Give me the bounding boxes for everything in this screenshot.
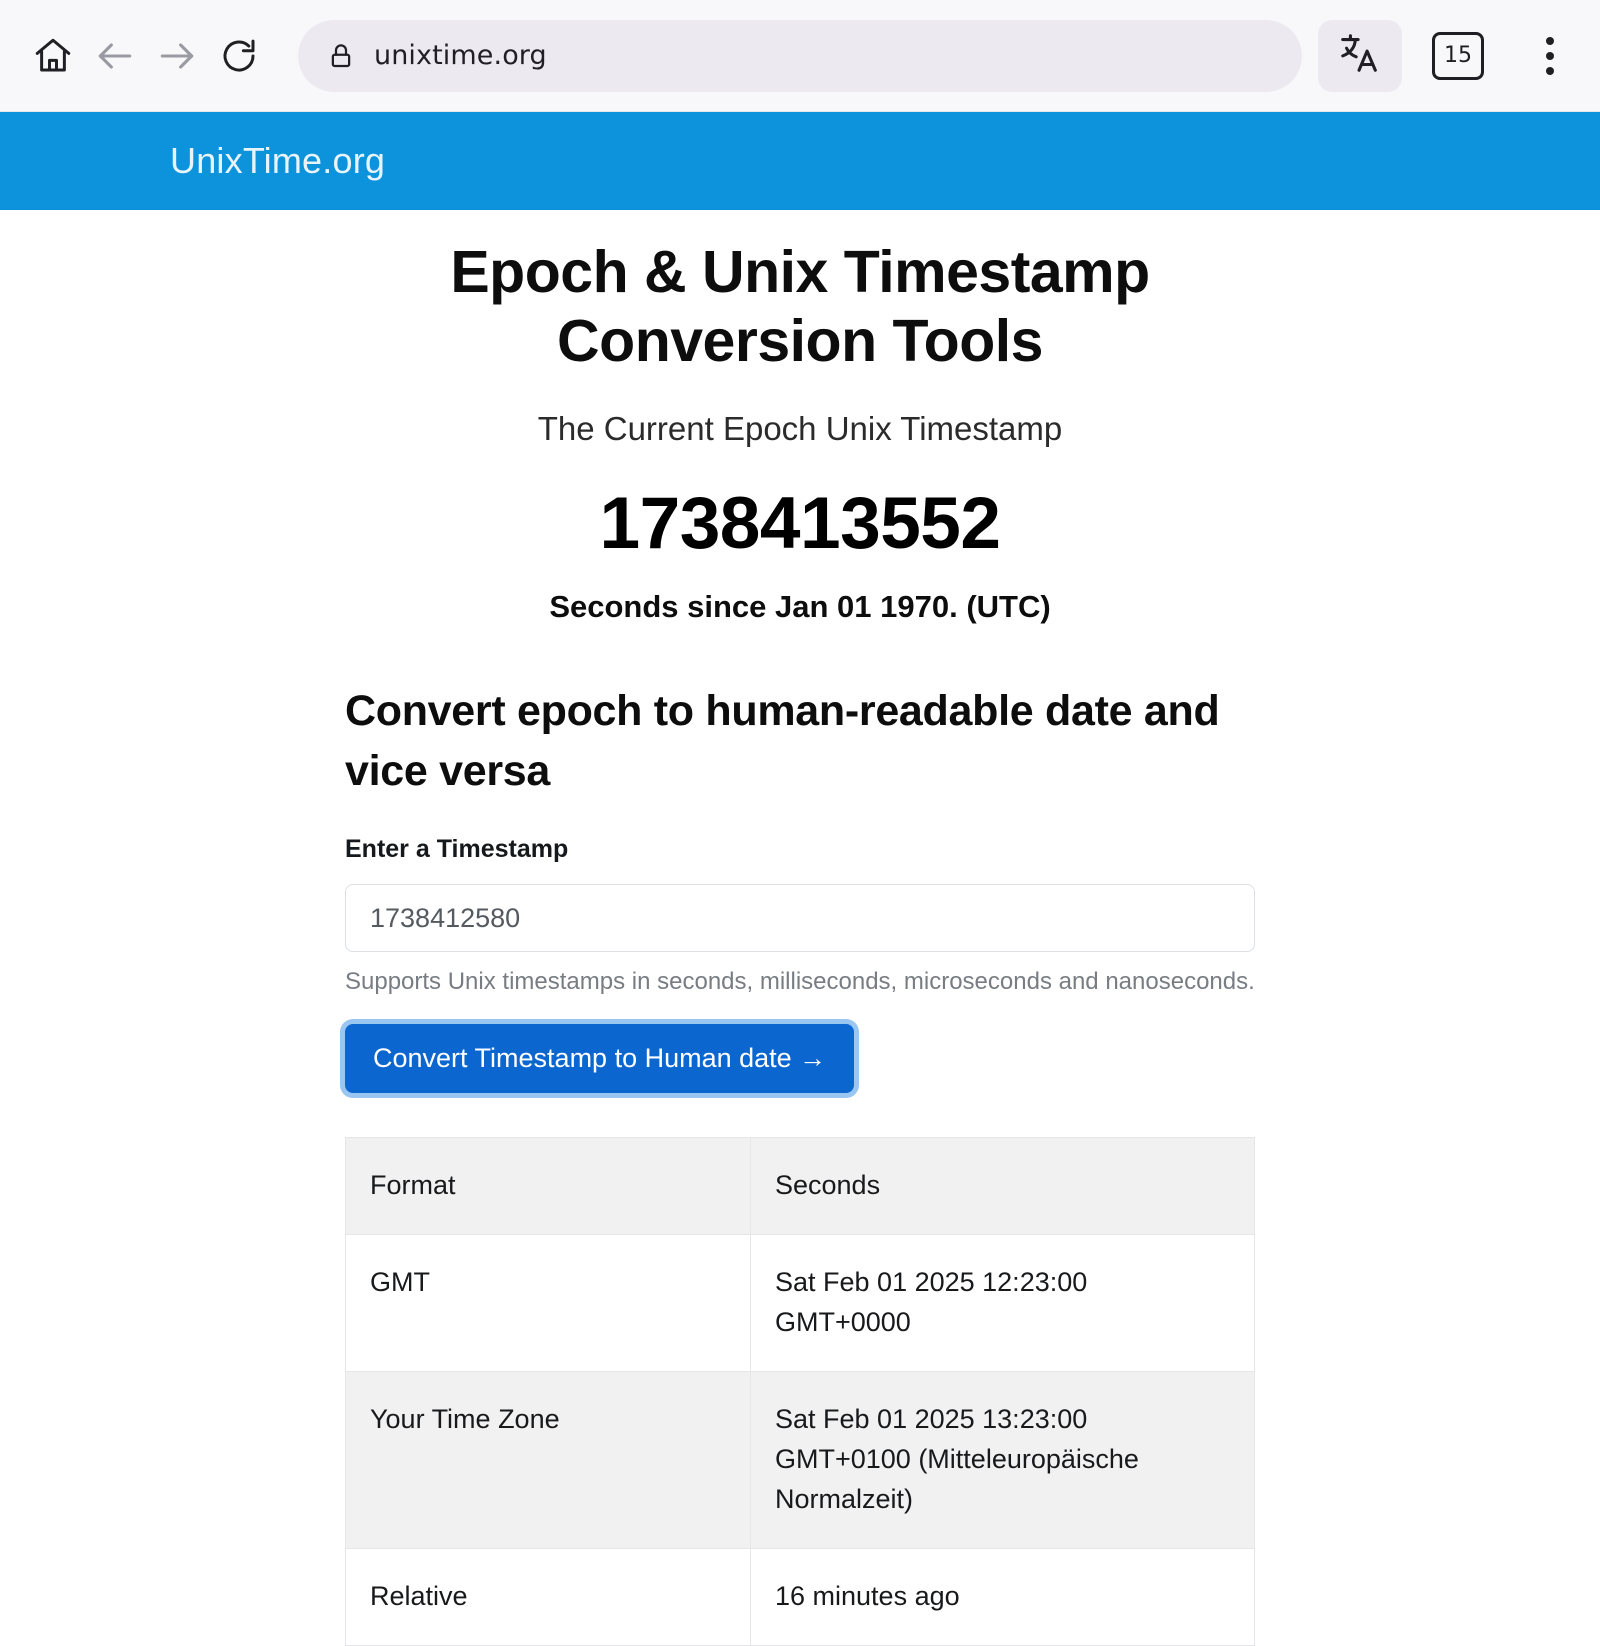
table-row: Your Time Zone Sat Feb 01 2025 13:23:00 … bbox=[345, 1371, 1255, 1550]
browser-toolbar: unixtime.org 15 bbox=[0, 0, 1600, 112]
home-button[interactable] bbox=[22, 25, 84, 87]
page-title: Epoch & Unix Timestamp Conversion Tools bbox=[450, 239, 1150, 375]
lock-icon bbox=[324, 39, 358, 73]
timestamp-input[interactable] bbox=[345, 884, 1255, 953]
three-dot-menu-icon-dot2 bbox=[1546, 51, 1554, 60]
table-row: GMT Sat Feb 01 2025 12:23:00 GMT+0000 bbox=[345, 1234, 1255, 1373]
address-bar-text: unixtime.org bbox=[374, 40, 547, 71]
epoch-note: Seconds since Jan 01 1970. (UTC) bbox=[549, 589, 1051, 625]
table-header-row: Format Seconds bbox=[345, 1137, 1255, 1236]
table-body: GMT Sat Feb 01 2025 12:23:00 GMT+0000 Yo… bbox=[345, 1234, 1255, 1646]
hero-subtitle: The Current Epoch Unix Timestamp bbox=[537, 410, 1063, 448]
back-arrow-icon bbox=[93, 34, 137, 78]
table-head: Format Seconds bbox=[345, 1137, 1255, 1236]
address-bar[interactable]: unixtime.org bbox=[298, 19, 1302, 92]
row-value: 16 minutes ago bbox=[750, 1548, 1255, 1646]
site-navbar: UnixTime.org bbox=[0, 112, 1600, 210]
forward-button[interactable] bbox=[146, 25, 208, 87]
row-value: Sat Feb 01 2025 13:23:00 GMT+0100 (Mitte… bbox=[750, 1371, 1255, 1550]
browser-menu-button[interactable] bbox=[1528, 25, 1572, 87]
convert-timestamp-button[interactable]: Convert Timestamp to Human date → bbox=[345, 1024, 855, 1094]
row-value: Sat Feb 01 2025 12:23:00 GMT+0000 bbox=[750, 1234, 1255, 1373]
site-brand-link[interactable]: UnixTime.org bbox=[170, 140, 385, 182]
column-header-seconds: Seconds bbox=[750, 1137, 1255, 1236]
timestamp-help-text: Supports Unix timestamps in seconds, mil… bbox=[345, 968, 1255, 996]
row-format-label: Your Time Zone bbox=[345, 1371, 751, 1550]
translate-button[interactable] bbox=[1318, 19, 1402, 92]
timestamp-input-label: Enter a Timestamp bbox=[345, 835, 569, 864]
back-button[interactable] bbox=[84, 25, 146, 87]
column-header-format: Format bbox=[345, 1137, 751, 1236]
converter-section: Convert epoch to human-readable date and… bbox=[345, 681, 1255, 1646]
reload-button[interactable] bbox=[208, 25, 270, 87]
table-row: Relative 16 minutes ago bbox=[345, 1548, 1255, 1646]
three-dot-menu-icon-dot3 bbox=[1546, 66, 1554, 75]
row-format-label: Relative bbox=[345, 1548, 751, 1646]
tab-count-label: 15 bbox=[1444, 43, 1472, 68]
translate-icon bbox=[1337, 30, 1383, 81]
tab-counter-button[interactable]: 15 bbox=[1432, 31, 1484, 80]
page-content: Epoch & Unix Timestamp Conversion Tools … bbox=[0, 210, 1600, 1646]
three-dot-menu-icon bbox=[1546, 36, 1554, 45]
converter-heading: Convert epoch to human-readable date and… bbox=[345, 687, 1220, 796]
row-format-label: GMT bbox=[345, 1234, 751, 1373]
hero-section: Epoch & Unix Timestamp Conversion Tools … bbox=[0, 238, 1600, 625]
forward-arrow-icon bbox=[155, 34, 199, 78]
conversion-results-table: Format Seconds GMT Sat Feb 01 2025 12:23… bbox=[345, 1137, 1255, 1646]
current-epoch-value: 1738413552 bbox=[599, 483, 1002, 565]
home-icon bbox=[32, 35, 74, 77]
reload-icon bbox=[218, 35, 260, 77]
